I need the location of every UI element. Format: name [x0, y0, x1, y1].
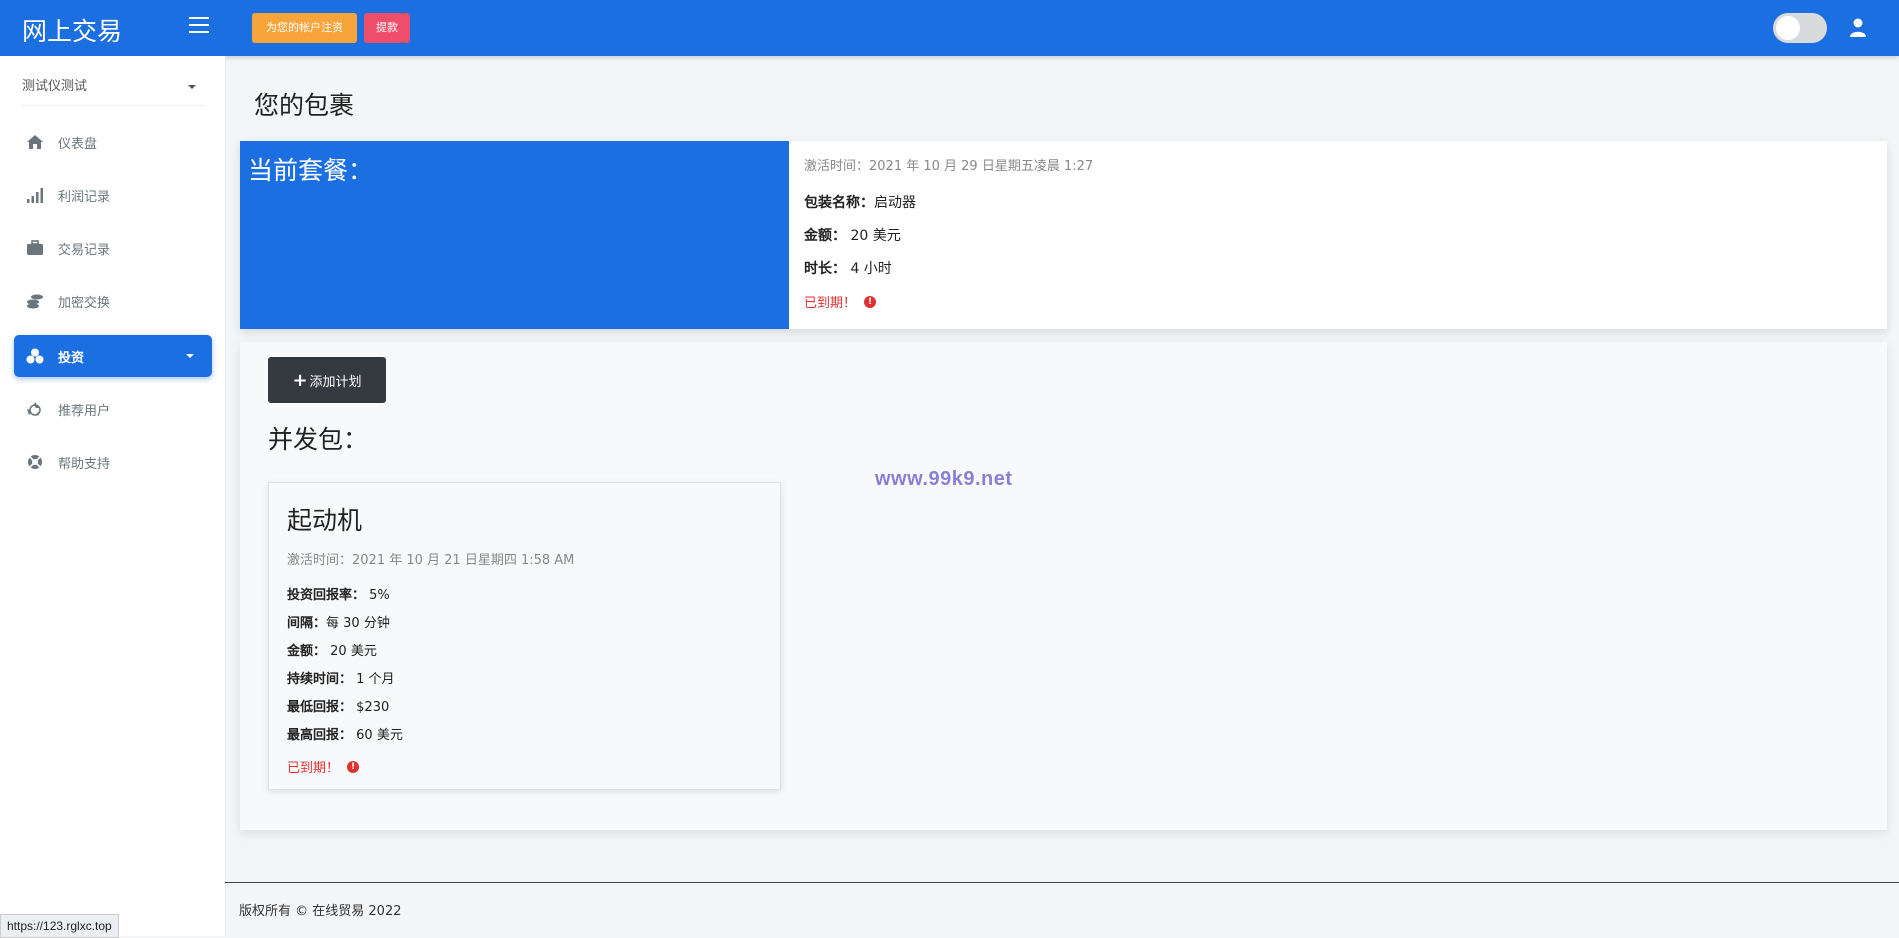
- chevron-down-icon: [188, 85, 196, 89]
- plan-amount-value: 20 美元: [330, 644, 377, 659]
- duration-value: 4 小时: [850, 261, 892, 277]
- sidebar-item-label: 加密交换: [58, 296, 111, 311]
- brand-logo[interactable]: 网上交易: [22, 12, 122, 48]
- lifebuoy-icon: [28, 455, 42, 469]
- interval-value: 每 30 分钟: [326, 616, 390, 631]
- sidebar-item-profit-records[interactable]: 利润记录: [14, 174, 212, 216]
- info-icon: !: [864, 295, 877, 308]
- sidebar-item-help-support[interactable]: 帮助支持: [14, 441, 212, 483]
- interval-row: 间隔：每 30 分钟: [287, 612, 574, 631]
- page-title: 您的包裹: [254, 91, 355, 120]
- browser-status-bar: https://123.rglxc.top: [0, 914, 119, 938]
- sidebar-item-referrals[interactable]: 推荐用户: [14, 388, 212, 430]
- plan-name: 起动机: [287, 506, 363, 535]
- footer-copyright: 版权所有 © 在线贸易 2022: [239, 904, 402, 919]
- sidebar-item-dashboard[interactable]: 仪表盘: [14, 121, 212, 163]
- amount-label: 金额：: [804, 228, 846, 244]
- max-return-value: 60 美元: [356, 728, 403, 743]
- interval-label: 间隔：: [287, 616, 327, 631]
- withdraw-button[interactable]: 提款: [364, 13, 410, 43]
- coins-icon: [27, 294, 43, 309]
- package-name-label: 包装名称：: [804, 195, 874, 211]
- fund-account-button[interactable]: 为您的帐户注资: [252, 13, 357, 43]
- expired-status: 已到期！ !: [804, 292, 1093, 311]
- sidebar: 测试仪测试 仪表盘 利润记录 交易记录 加密交换 投资 推荐用户 帮助支持: [0, 56, 226, 936]
- min-return-value: $230: [356, 700, 390, 715]
- plan-duration-row: 持续时间： 1 个月: [287, 668, 574, 687]
- roi-row: 投资回报率： 5%: [287, 584, 574, 603]
- min-return-row: 最低回报： $230: [287, 696, 574, 715]
- plan-card: 起动机 激活时间：2021 年 10 月 21 日星期四 1:58 AM 投资回…: [268, 482, 781, 790]
- plan-amount-row: 金额： 20 美元: [287, 640, 574, 659]
- plan-duration-label: 持续时间：: [287, 672, 353, 687]
- sidebar-item-label: 推荐用户: [58, 404, 111, 419]
- expired-text: 已到期！: [804, 296, 857, 311]
- plan-activation-time: 激活时间：2021 年 10 月 21 日星期四 1:58 AM: [287, 553, 575, 568]
- toggle-knob: [1776, 16, 1800, 40]
- plus-icon: +: [292, 369, 308, 391]
- theme-toggle[interactable]: [1773, 13, 1827, 43]
- footer-divider: [225, 882, 1899, 883]
- home-icon: [27, 135, 43, 149]
- current-package-title: 当前套餐：: [248, 156, 374, 185]
- sidebar-item-label: 投资: [58, 351, 85, 366]
- current-package-header: 当前套餐：: [240, 141, 789, 329]
- sidebar-item-label: 帮助支持: [58, 457, 111, 472]
- max-return-row: 最高回报： 60 美元: [287, 724, 574, 743]
- user-icon[interactable]: [1850, 18, 1866, 38]
- package-name-row: 包装名称：启动器: [804, 192, 1093, 212]
- chevron-down-icon: [186, 354, 194, 358]
- sidebar-item-label: 仪表盘: [58, 137, 98, 152]
- user-dropdown[interactable]: 测试仪测试: [22, 75, 206, 106]
- plan-amount-label: 金额：: [287, 644, 327, 659]
- cubes-icon: [26, 348, 44, 364]
- add-plan-button[interactable]: + 添加计划: [268, 357, 386, 403]
- package-name-value: 启动器: [874, 195, 916, 211]
- amount-value: 20 美元: [850, 228, 901, 244]
- min-return-label: 最低回报：: [287, 700, 353, 715]
- info-icon: !: [347, 760, 360, 773]
- signal-bars-icon: [27, 188, 43, 203]
- sidebar-item-label: 交易记录: [58, 243, 111, 258]
- roi-label: 投资回报率：: [287, 588, 366, 603]
- plans-section: + 添加计划 并发包： 起动机 激活时间：2021 年 10 月 21 日星期四…: [240, 342, 1887, 830]
- duration-row: 时长： 4 小时: [804, 258, 1093, 278]
- current-package-details: 激活时间：2021 年 10 月 29 日星期五凌晨 1:27 包装名称：启动器…: [804, 155, 1093, 311]
- sidebar-item-crypto-exchange[interactable]: 加密交换: [14, 280, 212, 322]
- sidebar-item-investment[interactable]: 投资: [14, 335, 212, 377]
- add-plan-label: 添加计划: [309, 374, 362, 390]
- sidebar-item-trade-records[interactable]: 交易记录: [14, 227, 212, 269]
- plan-card-body: 起动机 激活时间：2021 年 10 月 21 日星期四 1:58 AM 投资回…: [287, 501, 574, 776]
- recycle-icon: [27, 402, 41, 416]
- amount-row: 金额： 20 美元: [804, 225, 1093, 245]
- sidebar-item-label: 利润记录: [58, 190, 111, 205]
- roi-value: 5%: [369, 588, 390, 603]
- watermark: www.99k9.net: [875, 468, 1013, 490]
- menu-toggle-icon[interactable]: [189, 17, 209, 35]
- plan-duration-value: 1 个月: [356, 672, 395, 687]
- user-name: 测试仪测试: [22, 79, 88, 94]
- plan-expired-text: 已到期！: [287, 761, 340, 776]
- plan-expired-status: 已到期！ !: [287, 757, 574, 776]
- current-package-card: 当前套餐： 激活时间：2021 年 10 月 29 日星期五凌晨 1:27 包装…: [240, 141, 1887, 329]
- activation-time: 激活时间：2021 年 10 月 29 日星期五凌晨 1:27: [804, 159, 1094, 174]
- concurrent-packages-title: 并发包：: [268, 425, 369, 454]
- top-navbar: 网上交易 为您的帐户注资 提款: [0, 0, 1899, 56]
- duration-label: 时长：: [804, 261, 846, 277]
- briefcase-icon: [27, 240, 43, 255]
- max-return-label: 最高回报：: [287, 728, 353, 743]
